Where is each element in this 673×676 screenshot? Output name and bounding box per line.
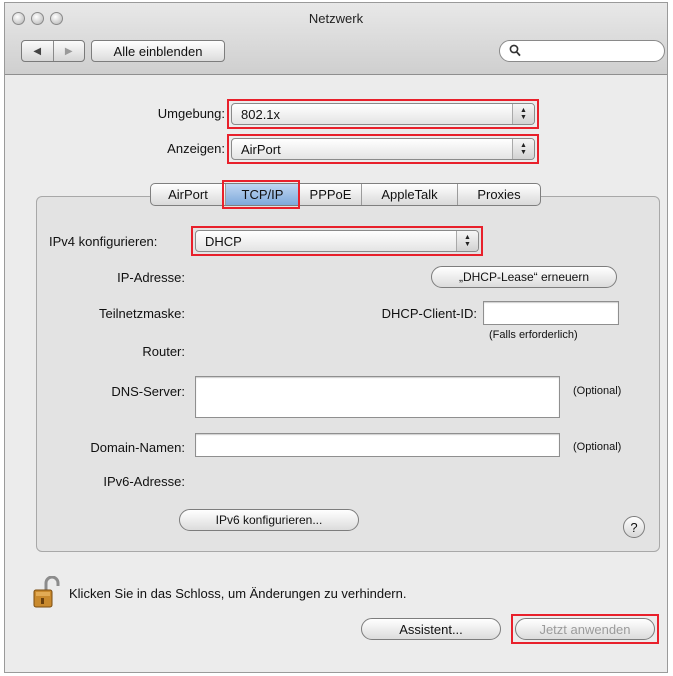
ipv4-popup[interactable]: DHCP ▲ ▼ xyxy=(195,230,479,252)
forward-button[interactable]: ▶ xyxy=(52,41,85,61)
show-value: AirPort xyxy=(241,142,281,157)
apply-now-button[interactable]: Jetzt anwenden xyxy=(515,618,655,640)
lock-message: Klicken Sie in das Schloss, um Änderunge… xyxy=(69,586,407,601)
dns-server-field[interactable] xyxy=(195,376,560,418)
dhcp-client-id-field[interactable] xyxy=(483,301,619,325)
popup-arrows-icon: ▲ ▼ xyxy=(456,231,478,251)
popup-arrows-icon: ▲ ▼ xyxy=(512,104,534,124)
dns-server-label: DNS-Server: xyxy=(111,384,185,399)
router-label: Router: xyxy=(142,344,185,359)
search-field[interactable] xyxy=(499,40,665,62)
ipv4-value: DHCP xyxy=(205,234,242,249)
lock-icon[interactable] xyxy=(32,575,62,610)
dhcp-client-id-hint: (Falls erforderlich) xyxy=(489,329,578,341)
configure-ipv6-button[interactable]: IPv6 konfigurieren... xyxy=(179,509,359,531)
renew-dhcp-button[interactable]: „DHCP-Lease“ erneuern xyxy=(431,266,617,288)
help-icon[interactable]: ? xyxy=(623,516,645,538)
show-all-button[interactable]: Alle einblenden xyxy=(91,40,225,62)
tab-bar: AirPort TCP/IP PPPoE AppleTalk Proxies xyxy=(150,183,541,206)
assistant-button[interactable]: Assistent... xyxy=(361,618,501,640)
tab-tcpip[interactable]: TCP/IP xyxy=(226,184,300,205)
tab-airport[interactable]: AirPort xyxy=(151,184,226,205)
show-label: Anzeigen: xyxy=(167,141,225,156)
domain-names-label: Domain-Namen: xyxy=(90,440,185,455)
location-value: 802.1x xyxy=(241,107,281,122)
title-bar: Netzwerk ◀ ▶ Alle einblenden xyxy=(5,3,667,75)
domain-optional-hint: (Optional) xyxy=(573,441,622,453)
tab-proxies[interactable]: Proxies xyxy=(458,184,540,205)
back-forward-control: ◀ ▶ xyxy=(21,40,85,62)
location-popup[interactable]: 802.1x ▲ ▼ xyxy=(231,103,535,125)
ipv6-address-label: IPv6-Adresse: xyxy=(103,474,185,489)
subnet-mask-label: Teilnetzmaske: xyxy=(99,306,185,321)
ip-address-label: IP-Adresse: xyxy=(117,270,185,285)
window-title: Netzwerk xyxy=(308,11,364,26)
network-preferences-window: Netzwerk ◀ ▶ Alle einblenden Umgebung: 8… xyxy=(4,2,668,673)
back-button[interactable]: ◀ xyxy=(22,41,53,61)
show-popup[interactable]: AirPort ▲ ▼ xyxy=(231,138,535,160)
search-icon xyxy=(509,44,521,60)
domain-names-field[interactable] xyxy=(195,433,560,457)
search-input[interactable] xyxy=(526,44,656,59)
tab-appletalk[interactable]: AppleTalk xyxy=(362,184,458,205)
location-label: Umgebung: xyxy=(157,106,225,121)
popup-arrows-icon: ▲ ▼ xyxy=(512,139,534,159)
dns-optional-hint: (Optional) xyxy=(573,385,622,397)
dhcp-client-id-label: DHCP-Client-ID: xyxy=(381,306,477,321)
ipv4-label: IPv4 konfigurieren: xyxy=(49,234,158,249)
tab-pppoe[interactable]: PPPoE xyxy=(300,184,362,205)
